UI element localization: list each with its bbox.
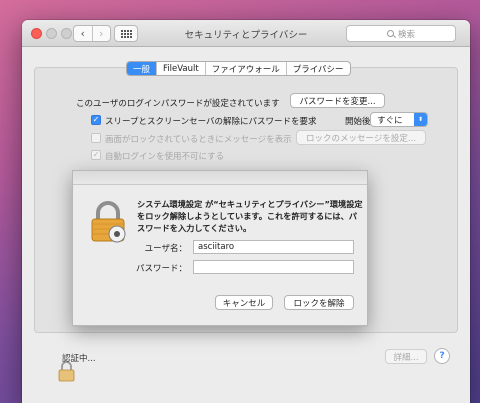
search-icon <box>386 30 394 37</box>
close-icon[interactable] <box>31 28 42 39</box>
disable-autologin-label: 自動ログインを使用不可にする <box>105 152 225 162</box>
start-after-select[interactable]: すぐに ⬍ <box>370 112 428 127</box>
tab-bar: 一般 FileVault ファイアウォール プライバシー <box>126 61 351 76</box>
titlebar: ‹ › セキュリティとプライバシー 検索 <box>22 20 470 47</box>
tab-filevault[interactable]: FileVault <box>156 62 205 75</box>
set-lock-message-button[interactable]: ロックのメッセージを設定... <box>296 130 426 145</box>
dialog-message: システム環境設定 が“セキュリティとプライバシー”環境設定をロック解除しようとし… <box>137 199 363 233</box>
password-set-text: このユーザのログインパスワードが設定されています <box>76 99 280 109</box>
details-button[interactable]: 詳細... <box>385 349 427 364</box>
disable-autologin-checkbox[interactable]: ✓ <box>91 150 101 160</box>
nav-buttons: ‹ › <box>73 25 111 42</box>
tab-general[interactable]: 一般 <box>127 62 157 75</box>
password-field[interactable] <box>193 260 354 274</box>
unlock-dialog: システム環境設定 が“セキュリティとプライバシー”環境設定をロック解除しようとし… <box>72 170 368 326</box>
dialog-top-bar <box>73 171 367 185</box>
window-title: セキュリティとプライバシー <box>184 30 308 41</box>
password-label: パスワード： <box>135 264 187 274</box>
username-field[interactable]: asciitaro <box>193 240 354 254</box>
tab-privacy[interactable]: プライバシー <box>285 62 350 75</box>
require-password-checkbox[interactable]: ✓ <box>91 115 101 125</box>
auth-status-text: 認証中... <box>62 354 96 364</box>
show-message-checkbox[interactable] <box>91 133 101 143</box>
tab-firewall[interactable]: ファイアウォール <box>204 62 286 75</box>
back-icon[interactable]: ‹ <box>74 26 92 41</box>
zoom-icon[interactable] <box>61 28 72 39</box>
change-password-button[interactable]: パスワードを変更... <box>290 93 385 108</box>
username-label: ユーザ名： <box>144 244 187 254</box>
require-password-label: スリープとスクリーンセーバの解除にパスワードを要求 <box>105 117 317 127</box>
grid-icon[interactable] <box>114 25 138 42</box>
search-input[interactable]: 検索 <box>346 25 456 42</box>
help-icon[interactable]: ? <box>434 348 450 364</box>
show-message-label: 画面がロックされているときにメッセージを表示 <box>105 135 292 145</box>
minimize-icon[interactable] <box>46 28 57 39</box>
lock-icon <box>91 201 126 243</box>
chevron-updown-icon: ⬍ <box>414 113 427 126</box>
unlock-button[interactable]: ロックを解除 <box>284 295 354 310</box>
cancel-button[interactable]: キャンセル <box>215 295 273 310</box>
forward-icon[interactable]: › <box>91 26 111 41</box>
start-after-value: すぐに <box>377 115 403 126</box>
search-placeholder: 検索 <box>397 29 415 40</box>
